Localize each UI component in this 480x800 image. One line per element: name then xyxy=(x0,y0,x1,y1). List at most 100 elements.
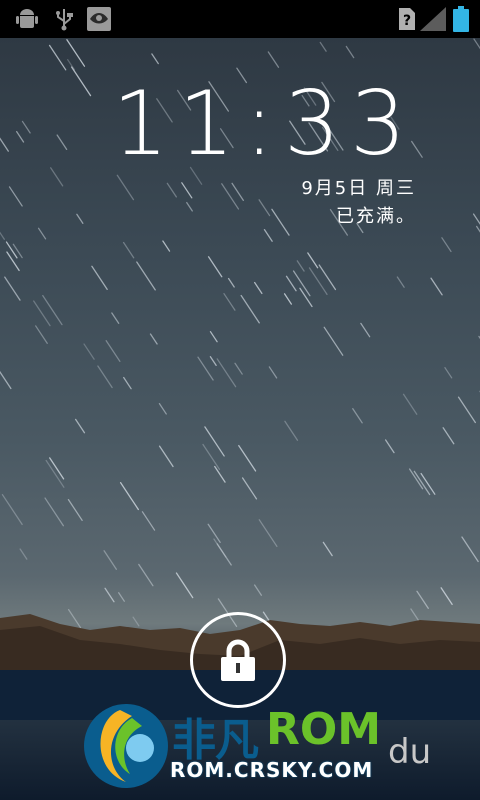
star-trail xyxy=(1,494,23,526)
star-trail xyxy=(141,511,156,531)
star-trail xyxy=(0,137,9,152)
watermark-logo-icon xyxy=(84,704,168,788)
star-trail xyxy=(202,443,221,470)
star-trail xyxy=(408,468,424,490)
star-trail xyxy=(162,240,171,252)
star-trail xyxy=(319,41,327,52)
charging-status: 已充满。 xyxy=(336,206,416,227)
star-trail xyxy=(181,182,193,199)
star-trail xyxy=(91,265,108,291)
star-trail xyxy=(0,231,5,240)
watermark-rom: ROM xyxy=(266,704,382,755)
star-trail xyxy=(238,444,257,472)
star-trail xyxy=(241,477,258,500)
star-trail xyxy=(240,294,260,324)
star-trail xyxy=(441,237,452,253)
notification-app-icon xyxy=(86,6,112,32)
star-trail xyxy=(45,459,65,488)
watermark-url: ROM.CRSKY.COM xyxy=(170,758,374,782)
star-trail xyxy=(6,251,20,272)
star-trail xyxy=(37,227,47,240)
star-trail xyxy=(116,174,135,201)
star-trail xyxy=(285,275,297,292)
star-trail xyxy=(396,276,405,288)
star-trail xyxy=(360,322,371,338)
star-trail xyxy=(323,326,344,356)
star-trail xyxy=(105,340,121,362)
lockscreen: ? 11:33 9月5日 周三 已充满。 非凡 ROM du ROM.CRSKY… xyxy=(0,0,480,800)
star-trail xyxy=(44,497,65,527)
star-trail xyxy=(322,541,333,557)
star-trail xyxy=(35,325,48,344)
star-trail xyxy=(48,44,67,71)
android-debug-icon xyxy=(14,6,40,32)
lockscreen-clock: 11:33 xyxy=(112,72,416,175)
star-trail xyxy=(123,376,132,390)
star-trail xyxy=(402,393,418,415)
sim-unknown-icon: ? xyxy=(398,6,416,32)
star-trail xyxy=(227,277,235,288)
star-trail xyxy=(151,53,159,65)
star-trail xyxy=(283,293,293,305)
star-trail xyxy=(442,427,455,445)
star-trail xyxy=(19,548,28,560)
star-trail xyxy=(231,182,244,201)
star-trail xyxy=(50,167,64,187)
star-trail xyxy=(430,277,443,296)
usb-icon xyxy=(52,6,76,32)
star-trail xyxy=(111,312,120,324)
battery-icon xyxy=(452,6,470,32)
star-trail xyxy=(473,38,480,50)
star-trail xyxy=(209,356,217,367)
star-trail xyxy=(4,276,21,301)
star-trail xyxy=(461,536,479,563)
star-trail xyxy=(234,362,243,375)
star-trail xyxy=(21,120,31,134)
star-trail xyxy=(258,199,271,217)
watermark-partial-text: du xyxy=(388,732,432,772)
star-trail xyxy=(67,499,83,521)
svg-text:?: ? xyxy=(403,13,411,29)
star-trail xyxy=(216,358,237,388)
star-trail xyxy=(158,445,174,468)
star-trail xyxy=(33,300,51,327)
star-trail xyxy=(284,420,299,441)
star-trail xyxy=(83,343,95,360)
star-trail xyxy=(0,370,12,390)
star-trail xyxy=(149,333,158,345)
star-trail xyxy=(345,45,355,59)
star-trail xyxy=(384,439,395,454)
star-trail xyxy=(76,213,84,224)
star-trail xyxy=(56,134,68,150)
star-trail xyxy=(5,241,18,259)
unlock-handle[interactable] xyxy=(190,612,286,708)
star-trail xyxy=(197,356,214,381)
padlock-icon xyxy=(221,639,255,681)
star-trail xyxy=(119,482,140,511)
star-trail xyxy=(253,281,263,295)
star-trail xyxy=(158,403,167,415)
star-trail xyxy=(74,418,86,434)
star-trail xyxy=(209,331,218,343)
star-trail xyxy=(67,59,76,71)
star-trail xyxy=(175,572,194,599)
star-trail xyxy=(267,51,280,68)
star-trail xyxy=(263,228,273,242)
star-trail xyxy=(253,584,263,596)
watermark: 非凡 ROM du ROM.CRSKY.COM xyxy=(80,696,480,796)
star-trail xyxy=(296,260,305,272)
star-trail xyxy=(186,201,193,212)
star-trail xyxy=(223,293,236,311)
star-trail xyxy=(268,366,278,379)
star-trail xyxy=(8,186,23,207)
star-trail xyxy=(457,396,476,424)
star-trail xyxy=(299,287,313,308)
star-trail xyxy=(12,243,23,259)
star-trail xyxy=(138,563,154,587)
star-trail xyxy=(258,519,278,547)
status-bar: ? xyxy=(0,0,480,38)
signal-icon xyxy=(420,6,446,32)
lockscreen-date: 9月5日 周三 xyxy=(301,178,416,199)
star-trail xyxy=(70,66,92,97)
star-trail xyxy=(97,365,113,389)
